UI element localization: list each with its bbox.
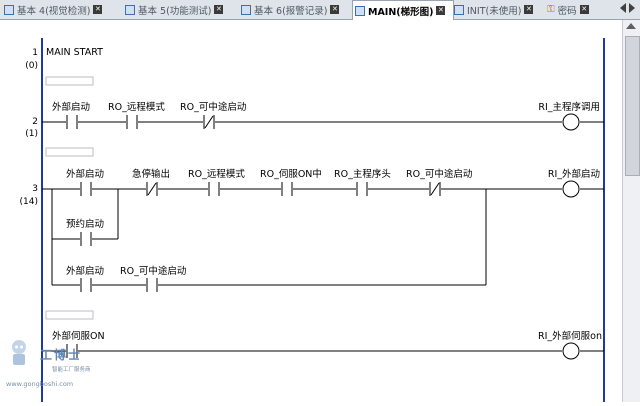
tab-password[interactable]: ⚿ 密码 ✕: [545, 1, 615, 18]
no-contact: [146, 278, 158, 292]
contact-label: 外部启动: [52, 101, 90, 113]
watermark-url: www.gongboshi.com: [6, 380, 74, 388]
tab-label: 基本 4(视觉检测): [17, 5, 91, 17]
tab-main[interactable]: MAIN(梯形图) ✕: [352, 0, 454, 20]
output-coil: [562, 113, 580, 131]
ladder-editor[interactable]: 1 (0) MAIN START 2 (1) 外部启动 RO_远程模式 RO_可…: [0, 20, 622, 402]
coil-label: RI_外部伺服on: [538, 330, 602, 342]
no-contact: [126, 115, 138, 129]
vertical-scrollbar[interactable]: [622, 20, 640, 402]
step-number: (1): [25, 129, 38, 139]
tab-scroll-left-icon[interactable]: [620, 3, 626, 13]
no-contact: [208, 182, 220, 196]
close-icon[interactable]: ✕: [214, 5, 224, 14]
contact-label: RO_远程模式: [188, 168, 245, 180]
nc-contact: [146, 182, 158, 196]
coil-label: RI_主程序调用: [538, 101, 600, 113]
watermark-subtitle: 智能工厂服务商: [52, 367, 91, 373]
contact-label: RO_可中途启动: [406, 168, 472, 180]
scroll-up-icon[interactable]: [626, 23, 636, 29]
nc-contact: [429, 182, 441, 196]
contact-label: 预约启动: [66, 218, 104, 230]
tab-bar: 基本 4(视觉检测) ✕ 基本 5(功能测试) ✕ 基本 6(报警记录) ✕ M…: [0, 0, 640, 20]
tab-basic-5[interactable]: 基本 5(功能测试) ✕: [123, 1, 236, 18]
tab-basic-4[interactable]: 基本 4(视觉检测) ✕: [2, 1, 115, 18]
ladder-diagram: 1 (0) MAIN START 2 (1) 外部启动 RO_远程模式 RO_可…: [20, 38, 605, 402]
close-icon[interactable]: ✕: [579, 5, 589, 14]
tab-init[interactable]: INIT(未使用) ✕: [452, 1, 542, 18]
watermark-name: 工博士: [40, 348, 83, 362]
close-icon[interactable]: ✕: [524, 5, 534, 14]
step-number: (0): [25, 61, 38, 71]
tab-scroll-right-icon[interactable]: [629, 3, 635, 13]
output-coil: [562, 342, 580, 360]
contact-label: 外部启动: [66, 168, 104, 180]
no-contact: [80, 278, 92, 292]
contact-label: 外部伺服ON: [52, 330, 105, 342]
no-contact: [281, 182, 293, 196]
key-icon: ⚿: [547, 4, 555, 15]
contact-label: 外部启动: [66, 265, 104, 277]
contact-label: RO_可中途启动: [180, 101, 246, 113]
comment-box: [45, 147, 94, 157]
no-contact: [66, 115, 78, 129]
tab-basic-6[interactable]: 基本 6(报警记录) ✕: [239, 1, 352, 18]
ladder-file-icon: [4, 4, 14, 15]
contact-label: RO_伺服ON中: [260, 168, 322, 180]
scroll-thumb[interactable]: [625, 36, 640, 176]
ladder-file-icon: [125, 4, 135, 15]
no-contact: [80, 232, 92, 246]
close-icon[interactable]: ✕: [330, 5, 340, 14]
comment-box: [45, 310, 94, 320]
tab-label: 密码: [557, 5, 577, 17]
step-number: (14): [20, 197, 38, 207]
tab-label: 基本 5(功能测试): [138, 5, 212, 17]
rung-number: 1: [32, 48, 38, 58]
robot-mascot-icon: [12, 340, 26, 365]
coil-label: RI_外部启动: [548, 168, 600, 180]
close-icon[interactable]: ✕: [93, 5, 103, 14]
rung-number: 3: [32, 184, 38, 194]
nc-contact: [203, 115, 215, 129]
tab-label: 基本 6(报警记录): [254, 5, 328, 17]
contact-label: RO_可中途启动: [120, 265, 186, 277]
tab-label: MAIN(梯形图): [368, 6, 434, 18]
ladder-file-icon: [241, 4, 251, 15]
contact-label: 急停输出: [132, 168, 170, 180]
output-coil: [562, 180, 580, 198]
contact-label: RO_主程序头: [334, 168, 391, 180]
rung-comment: MAIN START: [46, 47, 103, 58]
close-icon[interactable]: ✕: [436, 6, 446, 15]
no-contact: [80, 182, 92, 196]
no-contact: [356, 182, 368, 196]
ladder-file-icon: [454, 4, 464, 15]
ladder-file-icon: [355, 5, 365, 16]
rung-number: 2: [32, 117, 38, 127]
comment-box: [45, 76, 94, 86]
tab-label: INIT(未使用): [467, 5, 522, 17]
contact-label: RO_远程模式: [108, 101, 165, 113]
